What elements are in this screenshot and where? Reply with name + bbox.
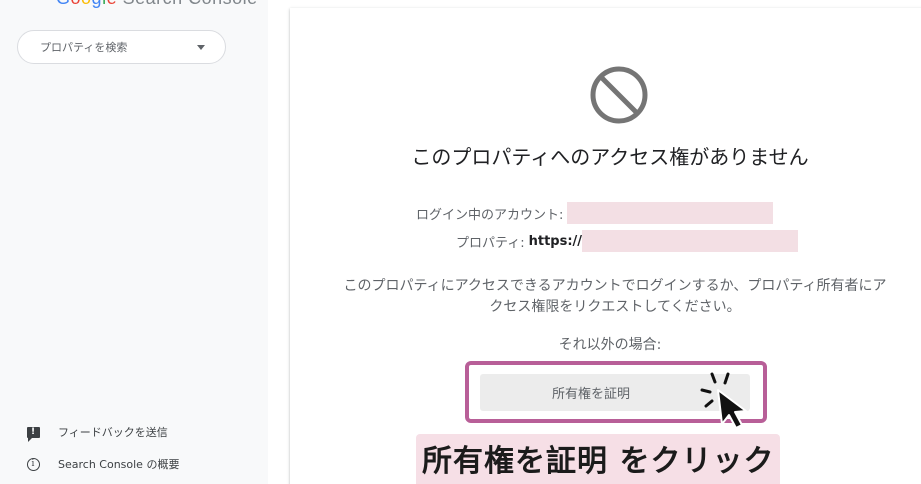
- property-redaction: [582, 230, 799, 252]
- click-cursor-icon: [700, 372, 747, 429]
- app-window: Google Search Console プロパティを検索 ! フィードバック…: [0, 0, 921, 484]
- account-label: ログイン中のアカウント:: [416, 207, 564, 223]
- otherwise-label: それ以外の場合:: [558, 337, 662, 353]
- property-search-placeholder: プロパティを検索: [40, 41, 128, 54]
- search-console-overview-link[interactable]: i Search Console の概要: [26, 456, 179, 472]
- feedback-icon: !: [26, 425, 40, 442]
- no-access-card: このプロパティへのアクセス権がありません ログイン中のアカウント: プロパティ:…: [290, 8, 921, 484]
- search-console-logo[interactable]: Google Search Console: [56, 0, 258, 8]
- send-feedback-link[interactable]: ! フィードバックを送信: [26, 424, 168, 442]
- property-row: プロパティ: https://: [456, 230, 799, 252]
- dropdown-caret-icon: [197, 44, 205, 50]
- overview-label: Search Console の概要: [58, 458, 180, 471]
- page-title: このプロパティへのアクセス権がありません: [411, 145, 809, 169]
- account-row: ログイン中のアカウント:: [416, 202, 774, 224]
- instruction-caption: 所有権を証明 をクリック: [416, 434, 781, 484]
- sidebar: Google Search Console プロパティを検索 ! フィードバック…: [0, 0, 268, 484]
- property-search-dropdown[interactable]: プロパティを検索: [17, 30, 226, 64]
- send-feedback-label: フィードバックを送信: [58, 426, 168, 439]
- info-icon: i: [26, 457, 40, 471]
- property-label: プロパティ:: [456, 235, 525, 251]
- account-redaction: [567, 202, 774, 224]
- property-url: https://: [528, 233, 583, 249]
- access-description: このプロパティにアクセスできるアカウントでログインするか、プロパティ所有者にアク…: [343, 278, 887, 315]
- no-access-icon: [590, 66, 648, 124]
